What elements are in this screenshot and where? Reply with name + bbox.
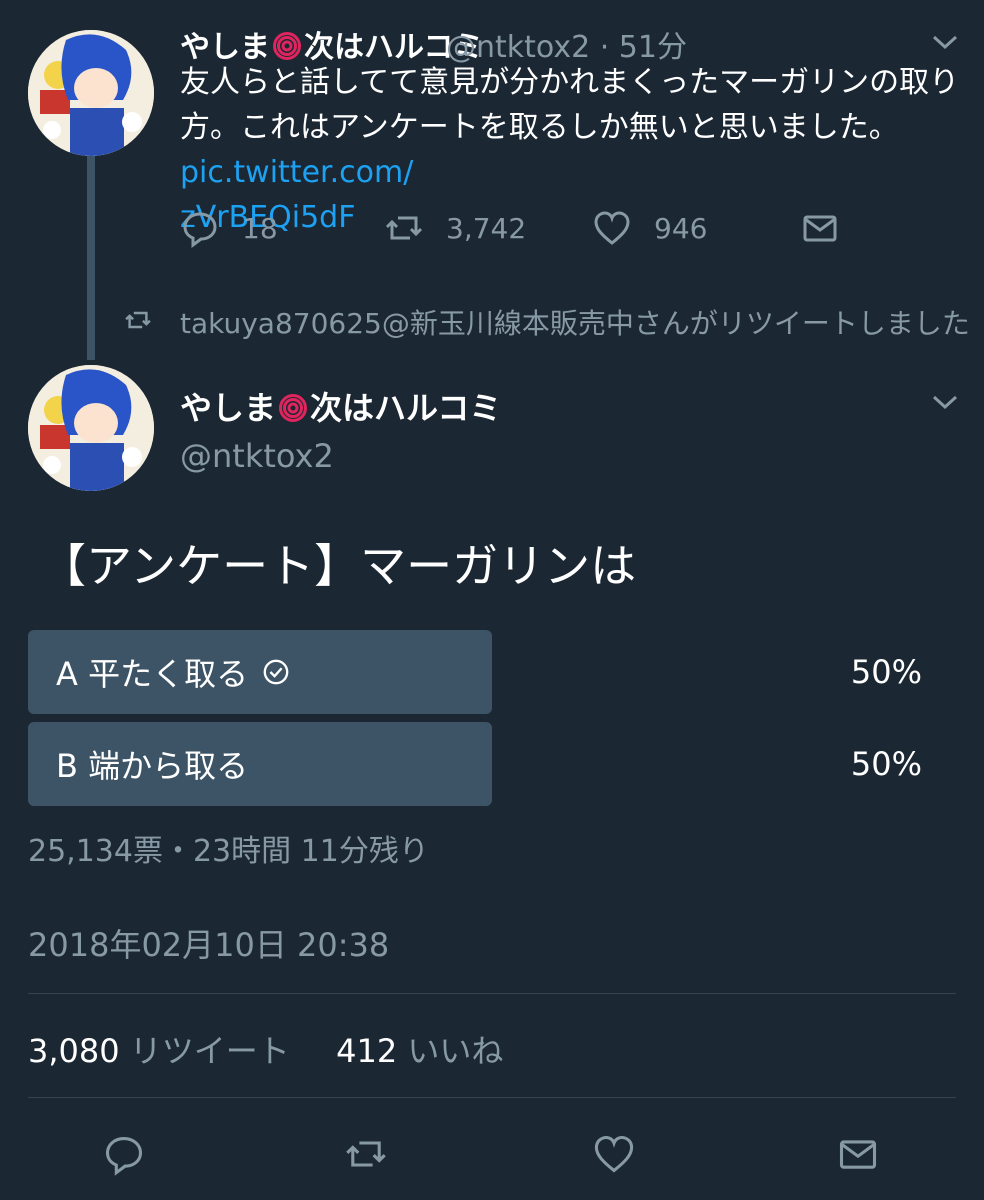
author-name[interactable]: やしま 次はハルコミ (180, 383, 501, 429)
check-circle-icon (263, 659, 289, 685)
retweet-icon (385, 216, 423, 240)
poll-option-a[interactable]: A 平たく取る (28, 630, 290, 714)
engagement-stats: 3,080 リツイート 412 いいね (28, 1026, 503, 1072)
flower-emoji-icon (273, 32, 301, 60)
message-button[interactable] (836, 1132, 880, 1176)
poll-option-b-label: B 端から取る (56, 747, 249, 785)
divider (28, 993, 956, 994)
like-button[interactable]: 946 (592, 208, 707, 248)
tweet-timestamp[interactable]: 2018年02月10日 20:38 (28, 920, 389, 966)
retweet-icon (346, 1141, 386, 1167)
retweets-stat[interactable]: 3,080 リツイート (28, 1032, 290, 1070)
thread-line (87, 156, 95, 360)
flower-emoji-icon (279, 394, 308, 422)
avatar-illustration (28, 365, 154, 491)
poll-option-a-percent: 50% (850, 653, 922, 691)
message-button[interactable] (800, 208, 840, 248)
poll-question: 【アンケート】マーガリンは (40, 539, 637, 593)
like-icon (594, 1135, 634, 1173)
poll-option-b[interactable]: B 端から取る (28, 722, 248, 806)
author-name-part1: やしま (180, 389, 277, 427)
chevron-down-icon[interactable] (930, 32, 960, 52)
tweet-link-part1[interactable]: pic.twitter.com/ (180, 155, 413, 190)
like-icon (594, 211, 630, 245)
reply-icon (183, 212, 217, 248)
avatar-illustration (28, 30, 154, 156)
retweeted-icon (125, 311, 151, 329)
like-count: 946 (654, 211, 708, 245)
poll-meta: 25,134票・23時間 11分残り (28, 834, 429, 869)
likes-stat[interactable]: 412 いいね (336, 1032, 503, 1070)
retweets-value: 3,080 (28, 1032, 120, 1070)
retweet-button[interactable] (344, 1132, 388, 1176)
tweet-text: 友人らと話してて意見が分かれまくったマーガリンの取り方。これはアンケートを取るし… (180, 65, 960, 145)
reply-count: 18 (242, 211, 278, 245)
poll-option-b-percent: 50% (850, 745, 922, 783)
likes-value: 412 (336, 1032, 398, 1070)
author-name-part2: 次はハルコミ (310, 389, 502, 427)
divider (28, 1097, 956, 1098)
message-icon (839, 1140, 877, 1169)
retweets-label: リツイート (129, 1032, 290, 1070)
message-icon (803, 215, 837, 242)
chevron-down-icon[interactable] (930, 392, 960, 412)
tweet-body: 友人らと話してて意見が分かれまくったマーガリンの取り方。これはアンケートを取るし… (180, 60, 960, 240)
retweet-note[interactable]: takuya870625@新玉川線本販売中さんがリツイートしました (180, 302, 970, 342)
avatar[interactable] (28, 30, 154, 156)
retweet-count: 3,742 (446, 211, 527, 245)
avatar[interactable] (28, 365, 154, 491)
poll-option-a-label: A 平たく取る (56, 655, 249, 693)
reply-icon (105, 1137, 143, 1176)
likes-label: いいね (407, 1032, 504, 1070)
reply-button[interactable] (102, 1132, 146, 1176)
retweet-button[interactable]: 3,742 (384, 208, 526, 248)
like-button[interactable] (592, 1132, 636, 1176)
reply-button[interactable]: 18 (180, 208, 278, 248)
author-handle[interactable]: @ntktox2 (180, 437, 334, 475)
